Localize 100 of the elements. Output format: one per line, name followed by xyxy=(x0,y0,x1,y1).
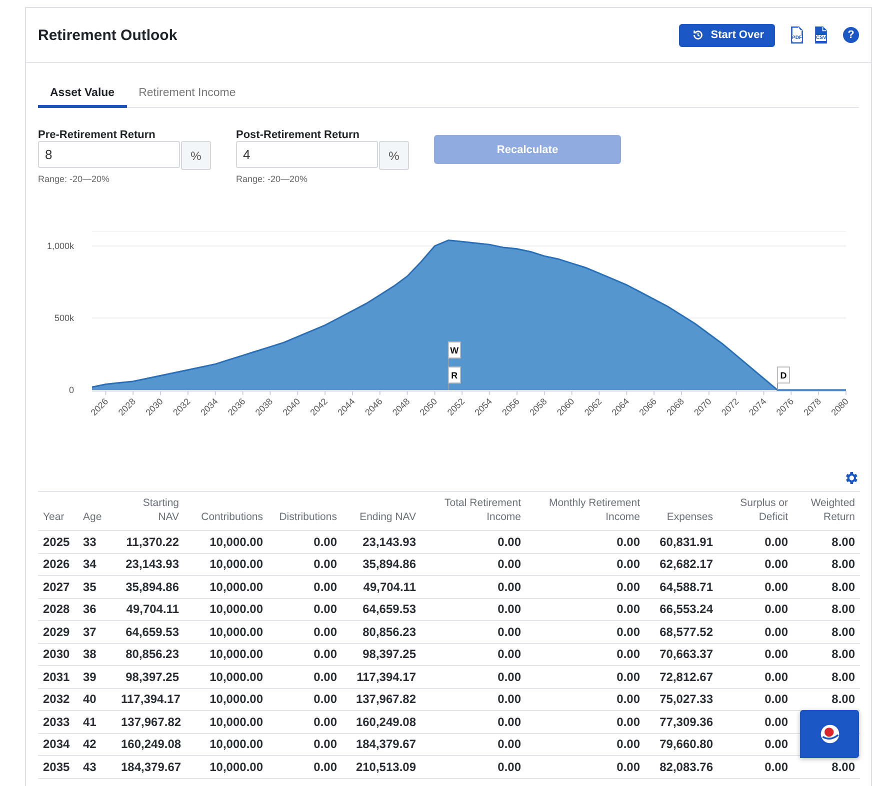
table-cell: 0.00 xyxy=(421,530,526,553)
table-cell: 0.00 xyxy=(268,688,342,710)
table-cell: 0.00 xyxy=(718,666,793,688)
table-cell: 2033 xyxy=(38,710,78,733)
table-cell: 184,379.67 xyxy=(116,756,184,778)
table-cell: 10,000.00 xyxy=(184,576,268,598)
table-cell: 0.00 xyxy=(526,710,645,733)
column-header: Starting NAV xyxy=(116,492,184,530)
table-cell: 0.00 xyxy=(268,553,342,576)
table-cell: 0.00 xyxy=(421,710,526,733)
table-cell: 160,249.08 xyxy=(116,733,184,756)
table-cell: 2025 xyxy=(38,530,78,553)
table-cell: 23,143.93 xyxy=(342,530,421,553)
table-cell: 80,856.23 xyxy=(342,620,421,643)
table-cell: 0.00 xyxy=(718,598,793,620)
column-header: Contributions xyxy=(184,492,268,530)
table-cell: 2030 xyxy=(38,643,78,666)
table-cell: 137,967.82 xyxy=(342,688,421,710)
table-cell: 0.00 xyxy=(268,576,342,598)
table-cell: 117,394.17 xyxy=(116,688,184,710)
table-cell: 42 xyxy=(78,733,116,756)
table-cell: 62,682.17 xyxy=(645,553,718,576)
annotation: R xyxy=(451,370,458,380)
table-cell: 0.00 xyxy=(268,710,342,733)
range-hint: Range: -20—20% xyxy=(38,174,111,184)
table-cell: 0.00 xyxy=(268,756,342,778)
table-cell: 10,000.00 xyxy=(184,756,268,778)
table-cell: 2029 xyxy=(38,620,78,643)
table-cell: 210,513.09 xyxy=(342,756,421,778)
logo-icon xyxy=(818,723,840,745)
table-cell: 41 xyxy=(78,710,116,733)
history-icon xyxy=(692,29,704,41)
table-cell: 35,894.86 xyxy=(116,576,184,598)
table-cell: 0.00 xyxy=(718,733,793,756)
table-cell: 39 xyxy=(78,666,116,688)
table-cell: 0.00 xyxy=(526,553,645,576)
table-cell: 0.00 xyxy=(718,530,793,553)
table-cell: 0.00 xyxy=(718,643,793,666)
table-cell: 160,249.08 xyxy=(342,710,421,733)
axis-label: 1,000k xyxy=(46,241,74,251)
table-cell: 33 xyxy=(78,530,116,553)
help-button[interactable]: ? xyxy=(843,27,859,43)
input-field[interactable]: 4 xyxy=(236,141,378,168)
table-cell: 0.00 xyxy=(526,620,645,643)
table-cell: 98,397.25 xyxy=(116,666,184,688)
table-cell: 36 xyxy=(78,598,116,620)
table-cell: 49,704.11 xyxy=(116,598,184,620)
table-cell: 34 xyxy=(78,553,116,576)
table-cell: 8.00 xyxy=(793,576,860,598)
table-cell: 0.00 xyxy=(421,733,526,756)
table-cell: 72,812.67 xyxy=(645,666,718,688)
table-cell: 40 xyxy=(78,688,116,710)
table-cell: 0.00 xyxy=(421,643,526,666)
table-cell: 68,577.52 xyxy=(645,620,718,643)
table-cell: 8.00 xyxy=(793,553,860,576)
table-cell: 184,379.67 xyxy=(342,733,421,756)
axis-label: 0 xyxy=(68,385,74,395)
annotation: W xyxy=(450,346,460,356)
tab[interactable]: Retirement Income xyxy=(126,83,248,108)
table-cell: 8.00 xyxy=(793,620,860,643)
table-cell: 35 xyxy=(78,576,116,598)
table-cell: 11,370.22 xyxy=(116,530,184,553)
table-cell: 2034 xyxy=(38,733,78,756)
input-field[interactable]: 8 xyxy=(38,141,180,168)
column-header: Surplus or Deficit xyxy=(718,492,793,530)
column-header: Ending NAV xyxy=(342,492,421,530)
annotation: D xyxy=(780,370,788,380)
unit-addon: % xyxy=(181,141,211,170)
table-cell: 10,000.00 xyxy=(184,598,268,620)
settings-icon[interactable] xyxy=(843,470,859,486)
table-cell: 0.00 xyxy=(526,733,645,756)
column-header: Total Retirement Income xyxy=(421,492,526,530)
page-title: Retirement Outlook xyxy=(38,26,178,44)
table-cell: 10,000.00 xyxy=(184,688,268,710)
table-cell: 0.00 xyxy=(718,620,793,643)
column-header: Age xyxy=(78,492,116,530)
start-over-button[interactable]: Start Over xyxy=(678,24,775,46)
chat-widget-button[interactable] xyxy=(800,710,859,758)
table-cell: 2027 xyxy=(38,576,78,598)
table-cell: 10,000.00 xyxy=(184,710,268,733)
table-cell: 37 xyxy=(78,620,116,643)
table-cell: 8.00 xyxy=(793,666,860,688)
table-cell: 0.00 xyxy=(718,688,793,710)
table-cell: 10,000.00 xyxy=(184,530,268,553)
table-cell: 38 xyxy=(78,643,116,666)
column-header: Distributions xyxy=(268,492,342,530)
table-cell: 0.00 xyxy=(268,666,342,688)
table-cell: 82,083.76 xyxy=(645,756,718,778)
table-cell: 66,553.24 xyxy=(645,598,718,620)
table-cell: 2032 xyxy=(38,688,78,710)
column-header: Expenses xyxy=(645,492,718,530)
table-cell: 64,659.53 xyxy=(116,620,184,643)
table-cell: 0.00 xyxy=(526,756,645,778)
tab[interactable]: Asset Value xyxy=(38,83,127,108)
table-cell: 70,663.37 xyxy=(645,643,718,666)
table-cell: 117,394.17 xyxy=(342,666,421,688)
table-cell: 0.00 xyxy=(268,733,342,756)
unit-addon: % xyxy=(379,141,409,170)
table-cell: 0.00 xyxy=(268,643,342,666)
table-cell: 0.00 xyxy=(268,530,342,553)
